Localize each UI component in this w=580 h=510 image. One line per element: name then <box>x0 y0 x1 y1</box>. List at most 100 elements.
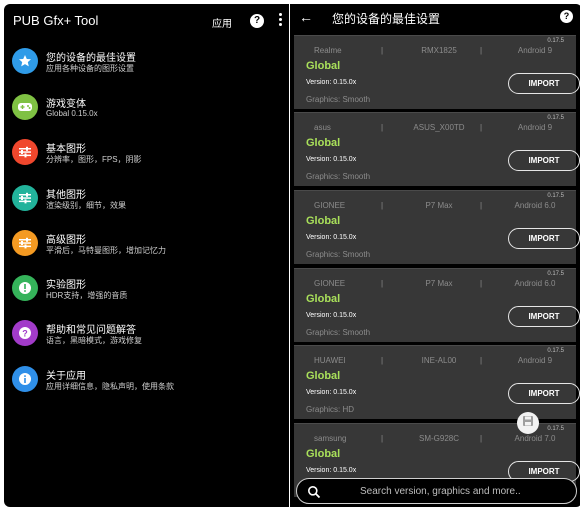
android-version: Android 9 <box>517 46 553 55</box>
sliders-icon <box>12 185 38 211</box>
separator: | <box>381 201 384 210</box>
app-bar: ← 您的设备的最佳设置 ? <box>290 4 580 34</box>
save-icon <box>522 414 534 432</box>
app-version: 0.17.5 <box>547 426 564 432</box>
device-brand: GIONEE <box>314 279 346 288</box>
menu-subtitle: 渲染级别，细节，效果 <box>46 201 126 210</box>
separator: | <box>381 356 384 365</box>
info-icon <box>12 366 38 392</box>
menu-item-best-settings[interactable]: 您的设备的最佳设置 应用各种设备的图形设置 <box>4 46 289 86</box>
search-bar[interactable]: Search version, graphics and more.. <box>296 478 577 504</box>
separator: | <box>480 434 483 443</box>
game-variant: Global <box>306 448 341 460</box>
search-input[interactable]: Search version, graphics and more.. <box>360 486 521 497</box>
game-variant: Global <box>306 293 341 305</box>
menu-item-experimental-graphics[interactable]: 实验图形 HDR支持，增强的音质 <box>4 273 289 313</box>
graphics-quality: Graphics: HD <box>306 405 355 414</box>
settings-card: 0.17.5 GIONEE | P7 Max | Android 6.0 Glo… <box>294 190 580 264</box>
help-icon: ? <box>12 320 38 346</box>
settings-card: 0.17.5 GIONEE | P7 Max | Android 6.0 Glo… <box>294 268 580 342</box>
settings-card: 0.17.5 asus | ASUS_X00TD | Android 9 Glo… <box>294 112 580 186</box>
settings-card: 0.17.5 Realme | RMX1825 | Android 9 Glob… <box>294 35 580 109</box>
menu-title: 关于应用 <box>46 371 86 382</box>
svg-text:?: ? <box>22 329 28 339</box>
menu-subtitle: Global 0.15.0x <box>46 109 98 118</box>
game-variant: Global <box>306 370 341 382</box>
device-model: P7 Max <box>425 279 453 288</box>
android-version: Android 7.0 <box>514 434 556 443</box>
game-variant: Global <box>306 137 341 149</box>
device-brand: Realme <box>314 46 342 55</box>
page-title: 您的设备的最佳设置 <box>332 12 441 26</box>
menu-item-advanced-graphics[interactable]: 高级图形 平滑后，马特曼图形，增加记忆力 <box>4 228 289 268</box>
settings-card: 0.17.5 HUAWEI | INE-AL00 | Android 9 Glo… <box>294 345 580 419</box>
sliders-icon <box>12 139 38 165</box>
device-brand: samsung <box>314 434 347 443</box>
import-button[interactable]: IMPORT <box>508 306 580 327</box>
separator: | <box>381 46 384 55</box>
help-icon[interactable]: ? <box>560 10 573 23</box>
android-version: Android 9 <box>517 356 553 365</box>
help-icon[interactable]: ? <box>250 14 264 28</box>
menu-title: 帮助和常见问题解答 <box>46 325 136 336</box>
separator: | <box>480 46 483 55</box>
menu-title: 基本图形 <box>46 144 86 155</box>
game-version: Version: 0.15.0x <box>306 389 357 396</box>
more-options-icon[interactable] <box>279 13 283 29</box>
device-model: ASUS_X00TD <box>413 123 465 132</box>
sliders-icon <box>12 230 38 256</box>
app-version: 0.17.5 <box>547 193 564 199</box>
device-model: SM-G928C <box>418 434 459 443</box>
back-arrow-icon[interactable]: ← <box>299 9 313 25</box>
menu-title: 高级图形 <box>46 235 86 246</box>
menu-subtitle: 语言，黑暗模式，游戏修复 <box>46 336 142 345</box>
menu-subtitle: 应用详细信息，隐私声明，使用条款 <box>46 382 174 391</box>
graphics-quality: Graphics: Smooth <box>306 172 371 181</box>
device-brand: asus <box>314 123 331 132</box>
graphics-quality: Graphics: Smooth <box>306 250 371 259</box>
menu-item-other-graphics[interactable]: 其他图形 渲染级别，细节，效果 <box>4 183 289 223</box>
star-icon <box>12 48 38 74</box>
separator: | <box>381 434 384 443</box>
device-brand: GIONEE <box>314 201 346 210</box>
game-version: Version: 0.15.0x <box>306 312 357 319</box>
import-button[interactable]: IMPORT <box>508 73 580 94</box>
app-version: 0.17.5 <box>547 348 564 354</box>
apply-button[interactable]: 应用 <box>212 15 232 30</box>
alert-icon <box>12 275 38 301</box>
menu-item-about[interactable]: 关于应用 应用详细信息，隐私声明，使用条款 <box>4 364 289 404</box>
separator: | <box>381 279 384 288</box>
menu-item-game-variant[interactable]: 游戏变体 Global 0.15.0x <box>4 92 289 132</box>
gamepad-icon <box>12 94 38 120</box>
graphics-quality: Graphics: Smooth <box>306 95 371 104</box>
best-settings-screen: ← 您的设备的最佳设置 ? 0.17.5 Realme | RMX1825 | … <box>290 4 580 507</box>
import-button[interactable]: IMPORT <box>508 228 580 249</box>
menu-subtitle: 应用各种设备的图形设置 <box>46 64 134 73</box>
game-variant: Global <box>306 215 341 227</box>
device-brand: HUAWEI <box>314 356 346 365</box>
separator: | <box>381 123 384 132</box>
app-version: 0.17.5 <box>547 271 564 277</box>
app-title: PUB Gfx+ Tool <box>13 13 99 28</box>
android-version: Android 6.0 <box>514 279 556 288</box>
import-button[interactable]: IMPORT <box>508 150 580 171</box>
app-version: 0.17.5 <box>547 38 564 44</box>
device-model: RMX1825 <box>421 46 457 55</box>
game-variant: Global <box>306 60 341 72</box>
device-model: P7 Max <box>425 201 453 210</box>
separator: | <box>480 123 483 132</box>
import-button[interactable]: IMPORT <box>508 383 580 404</box>
save-fab[interactable] <box>517 412 539 434</box>
menu-title: 游戏变体 <box>46 99 86 110</box>
menu-item-help-faq[interactable]: ? 帮助和常见问题解答 语言，黑暗模式，游戏修复 <box>4 318 289 358</box>
graphics-quality: Graphics: Smooth <box>306 328 371 337</box>
separator: | <box>480 356 483 365</box>
game-version: Version: 0.15.0x <box>306 467 357 474</box>
menu-subtitle: 平滑后，马特曼图形，增加记忆力 <box>46 246 166 255</box>
android-version: Android 9 <box>517 123 553 132</box>
menu-item-basic-graphics[interactable]: 基本图形 分辨率，图形，FPS，阴影 <box>4 137 289 177</box>
app-version: 0.17.5 <box>547 115 564 121</box>
menu-subtitle: HDR支持，增强的音质 <box>46 291 128 300</box>
menu-subtitle: 分辨率，图形，FPS，阴影 <box>46 155 142 164</box>
device-model: INE-AL00 <box>421 356 457 365</box>
